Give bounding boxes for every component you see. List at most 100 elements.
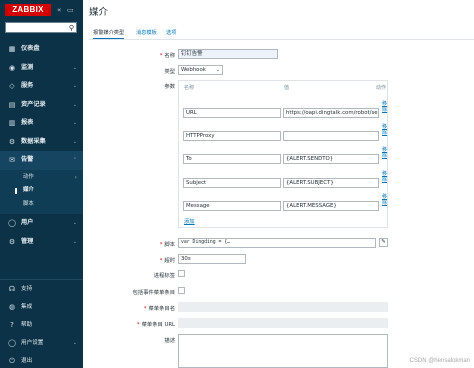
type-label: 类型 [164, 69, 175, 75]
process-tags-checkbox[interactable] [178, 270, 185, 277]
parameters-label: 参数 [164, 84, 175, 90]
parameters-table: 名称 值 动作 URL https://oapi.dingtalk.com/ro… [178, 80, 388, 228]
menu-item-label: 退出 [21, 358, 33, 364]
menu-item-users[interactable]: ◯ 用户 ⌄ [0, 214, 83, 233]
param-value-input[interactable]: {ALERT.MESSAGE} [283, 201, 379, 211]
chevron-down-icon: ⌄ [72, 101, 77, 108]
submenu-item-scripts[interactable]: 脚本 [0, 198, 83, 212]
param-name-input[interactable]: To [183, 154, 281, 164]
add-param-link[interactable]: 添加 [184, 217, 195, 225]
chevron-right-icon: › [74, 173, 77, 181]
menu-entry-name-label: * 菜单条目名 [143, 306, 175, 312]
menu-item-label: 报表 [21, 119, 34, 126]
menu-item-label: 支持 [21, 286, 33, 292]
col-head-value: 值 [284, 85, 290, 91]
search-icon[interactable]: ⚲ [69, 24, 74, 32]
menu-entry-url-label: * 菜单条目 URL [136, 322, 175, 328]
script-label: * 脚本 [159, 242, 175, 248]
services-icon: ◇ [9, 82, 15, 90]
reports-icon: ▥ [8, 119, 16, 127]
param-value-input[interactable]: {ALERT.SUBJECT} [283, 178, 379, 188]
menu-item-sign-out[interactable]: ⏻ 退出 [0, 352, 83, 368]
name-input[interactable]: 钉钉告警 [178, 49, 278, 59]
remove-param-link[interactable]: 移除 [382, 147, 387, 159]
remove-param-link[interactable]: 移除 [382, 124, 387, 136]
menu-item-administration[interactable]: ⚙ 管理 ⌄ [0, 233, 83, 252]
script-input[interactable]: var Dingding = {… [178, 238, 376, 248]
remove-param-link[interactable]: 移除 [382, 101, 387, 113]
menu-item-data-collection[interactable]: ⚙ 数据采集 ⌄ [0, 133, 83, 152]
integrations-icon: ◍ [8, 303, 16, 311]
tab-message-templates[interactable]: 消息模板 [136, 28, 157, 39]
menu-item-integrations[interactable]: ◍ 集成 [0, 298, 83, 316]
users-icon: ◯ [8, 219, 16, 227]
help-icon: ? [10, 321, 14, 329]
menu-item-label: 数据采集 [21, 137, 46, 145]
logo-row: ZABBIX « ▭ [0, 0, 83, 20]
tab-media-type[interactable]: 报警媒介类型 [93, 28, 125, 39]
param-value-input[interactable] [283, 131, 379, 141]
alerts-submenu: 动作 › 媒介 脚本 [0, 169, 83, 214]
type-select[interactable]: Webhook ⌄ [178, 65, 223, 75]
chevron-up-icon: ⌃ [72, 157, 77, 163]
power-icon: ⏻ [9, 357, 15, 365]
menu-item-label: 管理 [21, 237, 34, 245]
kiosk-mode-icon[interactable]: ▭ [67, 5, 74, 15]
menu-item-services[interactable]: ◇ 服务 ⌄ [0, 77, 83, 96]
param-name-input[interactable]: HTTPProxy [183, 131, 281, 141]
data-collection-icon: ⚙ [8, 137, 16, 146]
submenu-item-media-types[interactable]: 媒介 [0, 184, 83, 198]
tab-options[interactable]: 选项 [166, 28, 176, 39]
submenu-item-label: 动作 [23, 173, 34, 180]
edit-script-button[interactable]: ✎ [379, 238, 388, 247]
menu-entry-url-input[interactable] [178, 318, 388, 328]
menu-item-label: 帮助 [21, 322, 33, 328]
alerts-icon: ✉ [9, 156, 15, 164]
chevron-down-icon: ⌄ [72, 83, 77, 89]
remove-param-link[interactable]: 移除 [382, 194, 387, 206]
administration-icon: ⚙ [8, 237, 16, 246]
watermark: CSDN @hensalokman [409, 358, 470, 364]
remove-param-link[interactable]: 移除 [382, 171, 387, 183]
tab-divider [89, 39, 474, 40]
include-event-menu-checkbox[interactable] [178, 287, 185, 294]
menu-item-label: 监测 [21, 63, 34, 71]
zabbix-logo[interactable]: ZABBIX [5, 4, 51, 16]
menu-item-inventory[interactable]: ▤ 资产记录 ⌄ [0, 96, 83, 115]
submenu-item-label: 媒介 [23, 187, 34, 193]
param-name-input[interactable]: URL [183, 108, 281, 118]
menu-item-help[interactable]: ? 帮助 [0, 316, 83, 334]
param-value-input[interactable]: https://oapi.dingtalk.com/robot/send?i [283, 108, 379, 118]
param-value-input[interactable]: {ALERT.SENDTO} [283, 154, 379, 164]
process-tags-label: 进程标签 [153, 273, 175, 279]
menu-item-user-settings[interactable]: ◯ 用户设置 ⌄ [0, 334, 83, 352]
chevron-down-icon: ⌄ [72, 138, 77, 145]
collapse-sidebar-icon[interactable]: « [57, 5, 61, 15]
chevron-down-icon: ⌄ [72, 238, 77, 245]
menu-item-alerts[interactable]: ✉ 告警 ⌃ [0, 151, 83, 170]
param-name-input[interactable]: Subject [183, 178, 281, 188]
menu-item-dashboard[interactable]: ▦ 仪表盘 [0, 40, 83, 59]
timeout-label: * 超时 [159, 258, 175, 264]
description-textarea[interactable] [178, 334, 388, 368]
col-head-name: 名称 [184, 85, 195, 91]
monitoring-icon: ◉ [8, 63, 16, 72]
menu-item-monitoring[interactable]: ◉ 监测 ⌄ [0, 59, 83, 78]
page-title: 媒介 [89, 7, 109, 18]
menu-item-reports[interactable]: ▥ 报表 ⌄ [0, 114, 83, 133]
param-name-input[interactable]: Message [183, 201, 281, 211]
menu-item-label: 用户 [21, 219, 34, 226]
submenu-item-actions[interactable]: 动作 › [0, 171, 83, 185]
inventory-icon: ▤ [8, 100, 16, 109]
sidebar-search-input[interactable]: ⚲ [5, 22, 77, 33]
main-menu: ▦ 仪表盘 ◉ 监测 ⌄ ◇ 服务 ⌄ ▤ 资产记录 ⌄ ▥ 报表 ⌄ ⚙ 数据… [0, 40, 83, 251]
menu-entry-name-input[interactable] [178, 302, 388, 312]
main-content: 媒介 报警媒介类型 消息模板 选项 * 名称 钉钉告警 类型 Webhook ⌄ … [83, 0, 474, 368]
menu-item-label: 资产记录 [21, 100, 46, 108]
menu-item-support[interactable]: ☊ 支持 [0, 280, 83, 298]
name-label: * 名称 [159, 53, 175, 59]
timeout-input[interactable]: 30s [178, 254, 246, 264]
chevron-down-icon: ⌄ [215, 67, 220, 73]
submenu-item-label: 脚本 [23, 200, 34, 207]
chevron-down-icon: ⌄ [72, 220, 77, 226]
